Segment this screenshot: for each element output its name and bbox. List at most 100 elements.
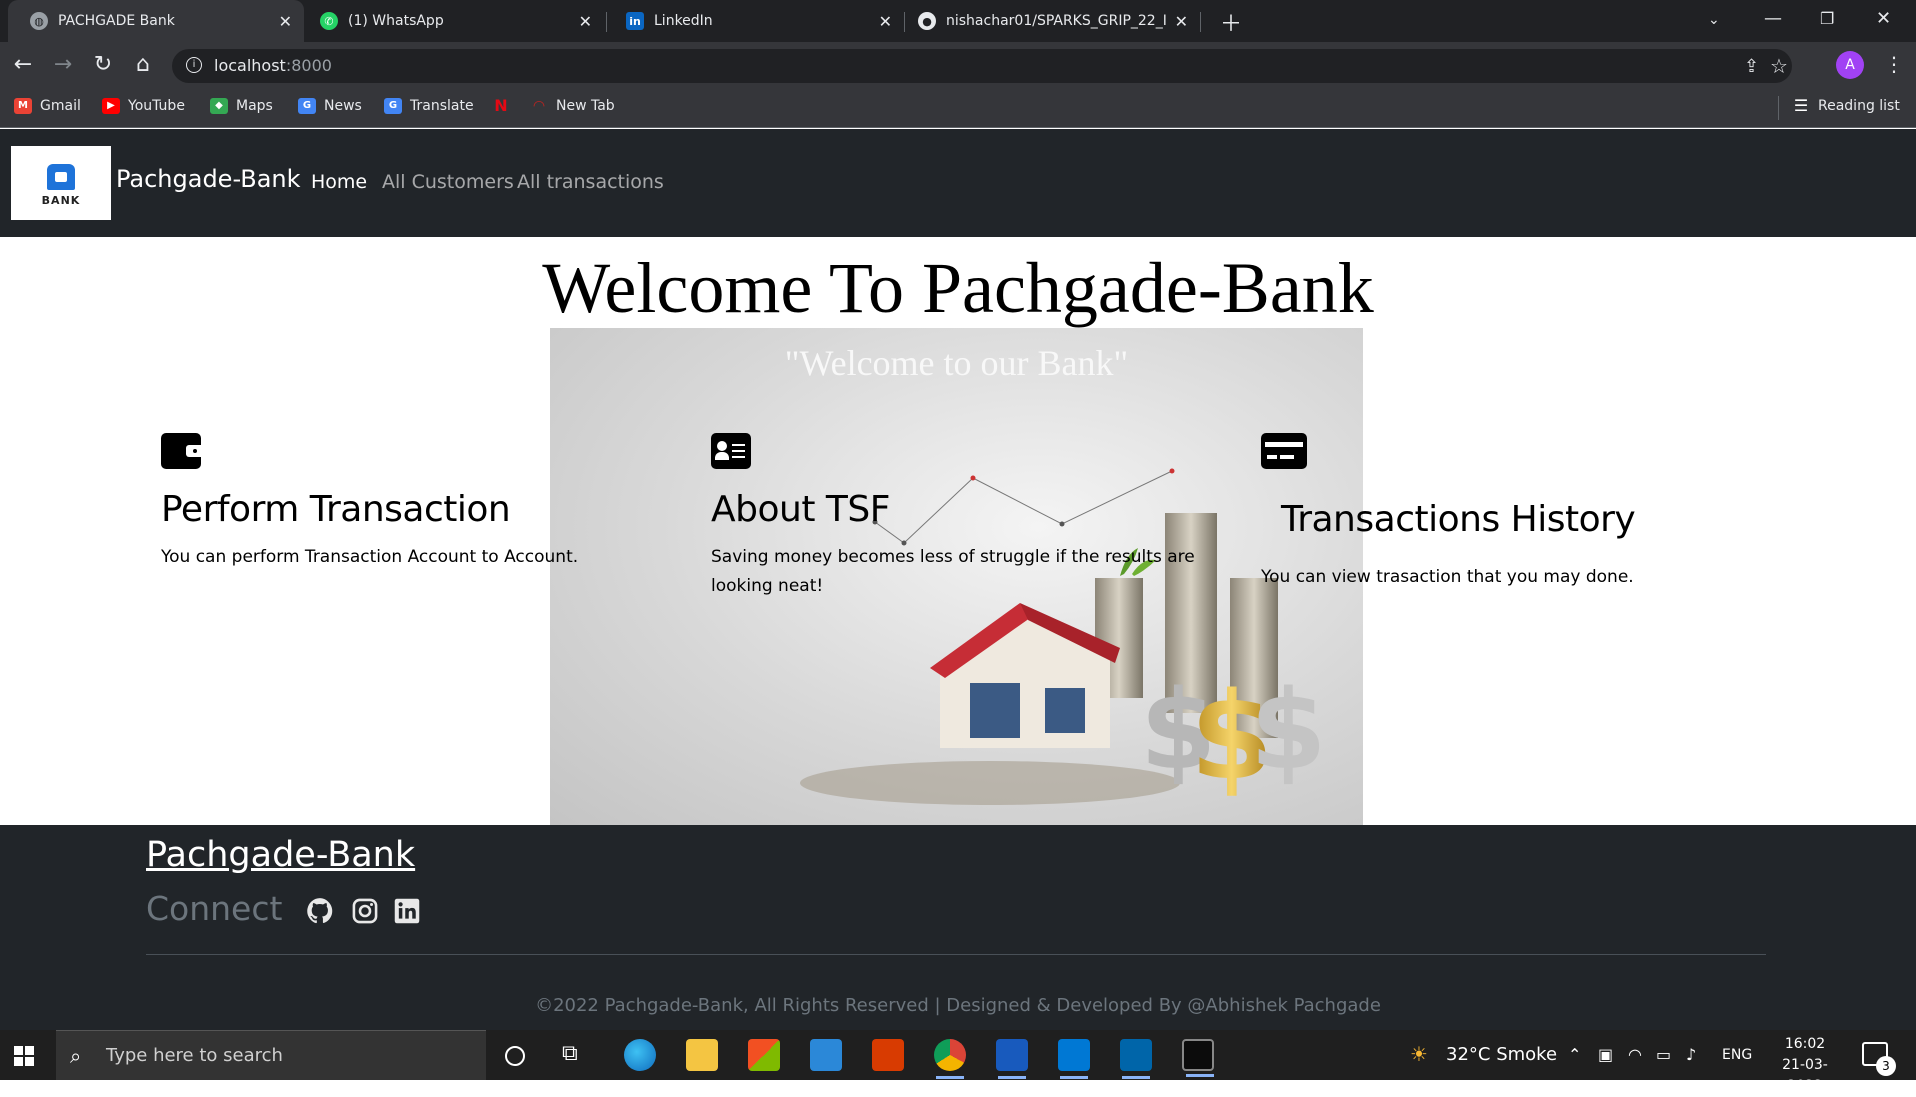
svg-text:$: $ xyxy=(1250,666,1327,794)
feature-transactions-history: Transactions History You can view trasac… xyxy=(1261,433,1661,613)
edge-icon[interactable] xyxy=(624,1039,656,1071)
nav-all-transactions[interactable]: All transactions xyxy=(517,171,664,193)
feature-text: Saving money becomes less of struggle if… xyxy=(711,547,1195,596)
restore-button[interactable]: ❐ xyxy=(1820,9,1834,28)
netflix-icon: N xyxy=(494,96,508,115)
close-icon[interactable]: ✕ xyxy=(1175,12,1188,31)
maps-icon: ◆ xyxy=(210,98,228,114)
feature-perform-transaction: Perform Transaction You can perform Tran… xyxy=(161,433,581,593)
github-icon[interactable] xyxy=(306,897,334,925)
search-icon: ⌕ xyxy=(70,1044,82,1068)
feature-title: About TSF xyxy=(711,489,890,530)
tab-linkedin[interactable]: in LinkedIn ✕ xyxy=(604,0,904,42)
chevron-up-icon[interactable]: ⌃ xyxy=(1568,1045,1581,1064)
reading-list-icon: ☰ xyxy=(1793,96,1809,115)
clock-time: 16:02 xyxy=(1784,1036,1826,1052)
window-close-button[interactable]: ✕ xyxy=(1876,8,1891,29)
bookmark-youtube[interactable]: ▶ YouTube xyxy=(102,98,185,114)
nav-all-customers[interactable]: All Customers xyxy=(382,171,514,193)
bookmark-translate[interactable]: G Translate xyxy=(384,98,474,114)
wallet-icon xyxy=(161,433,202,469)
main-content: Welcome To Pachgade-Bank "Welcome to our… xyxy=(0,237,1916,825)
github-icon: ● xyxy=(918,12,936,30)
taskbar-search[interactable]: ⌕ Type here to search xyxy=(56,1030,486,1080)
back-button[interactable]: ← xyxy=(10,52,36,77)
bookmark-gmail[interactable]: M Gmail xyxy=(14,98,81,114)
chrome-icon[interactable] xyxy=(934,1039,966,1079)
reload-button[interactable]: ↻ xyxy=(90,52,116,77)
windows-taskbar: ⌕ Type here to search ⧉ ☀ 32°C Smoke ⌃ ▣… xyxy=(0,1030,1916,1094)
close-icon[interactable]: ✕ xyxy=(879,12,892,31)
search-placeholder: Type here to search xyxy=(106,1045,283,1066)
browser-tab-strip: ◍ PACHGADE Bank ✕ ✆ (1) WhatsApp ✕ in Li… xyxy=(0,0,1916,42)
language-indicator[interactable]: ENG xyxy=(1722,1047,1752,1063)
media-player-icon[interactable] xyxy=(1058,1039,1090,1079)
share-icon[interactable]: ⇪ xyxy=(1744,56,1759,77)
weather-text[interactable]: 32°C Smoke xyxy=(1446,1044,1557,1065)
clock-date: 21-03-2022 xyxy=(1782,1057,1828,1094)
bookmark-maps[interactable]: ◆ Maps xyxy=(210,98,273,114)
cortana-icon[interactable] xyxy=(505,1046,525,1066)
menu-kebab-icon[interactable]: ⋮ xyxy=(1884,52,1904,76)
linkedin-icon[interactable] xyxy=(393,897,421,925)
url-text[interactable]: localhost:8000 xyxy=(214,56,332,75)
browser-toolbar: ← → ↻ ⌂ i localhost:8000 ⇪ ☆ A ⋮ xyxy=(0,42,1916,88)
meet-now-icon[interactable]: ▣ xyxy=(1598,1045,1613,1064)
translate-icon: G xyxy=(384,98,402,114)
bookmarks-bar: M Gmail ▶ YouTube ◆ Maps G News G Transl… xyxy=(0,88,1916,128)
feature-text: You can perform Transaction Account to A… xyxy=(161,547,579,567)
tab-title: LinkedIn xyxy=(654,13,713,29)
store-icon[interactable] xyxy=(748,1039,780,1071)
vscode-icon[interactable] xyxy=(1120,1039,1152,1079)
windows-start-icon[interactable] xyxy=(14,1046,34,1066)
bookmark-new-tab[interactable]: ◠ New Tab xyxy=(530,98,615,114)
reading-list-button[interactable]: ☰ Reading list xyxy=(1792,96,1900,115)
new-tab-button[interactable]: ＋ xyxy=(1220,6,1242,38)
battery-icon[interactable]: ▭ xyxy=(1656,1045,1671,1064)
footer-divider xyxy=(146,954,1766,955)
task-view-icon[interactable]: ⧉ xyxy=(562,1041,578,1066)
hero-title: Welcome To Pachgade-Bank xyxy=(542,248,1374,328)
tab-search-chevron-icon[interactable]: ⌄ xyxy=(1708,12,1720,28)
close-icon[interactable]: ✕ xyxy=(279,12,292,31)
forward-button[interactable]: → xyxy=(50,52,76,77)
bookmark-netflix[interactable]: N xyxy=(492,98,518,114)
bookmark-divider xyxy=(1778,96,1779,120)
terminal-icon[interactable] xyxy=(1182,1039,1214,1077)
nav-home[interactable]: Home xyxy=(311,171,367,193)
word-icon[interactable] xyxy=(996,1039,1028,1079)
wifi-icon[interactable]: ◠ xyxy=(1628,1045,1642,1064)
tab-github[interactable]: ● nishachar01/SPARKS_GRIP_22_Int ✕ xyxy=(904,0,1200,42)
weather-icon[interactable]: ☀ xyxy=(1410,1042,1428,1066)
volume-icon[interactable]: ♪ xyxy=(1686,1045,1696,1064)
footer-brand[interactable]: Pachgade-Bank xyxy=(146,835,415,875)
instagram-icon[interactable] xyxy=(351,897,379,925)
feature-title: Perform Transaction xyxy=(161,489,511,530)
linkedin-icon: in xyxy=(626,12,644,30)
tab-separator xyxy=(1200,12,1201,32)
minimize-button[interactable]: — xyxy=(1764,8,1782,29)
new-tab-icon: ◠ xyxy=(533,98,545,114)
tab-title: PACHGADE Bank xyxy=(58,13,175,29)
feature-about-tsf: About TSF Saving money becomes less of s… xyxy=(711,433,1211,613)
bookmark-star-icon[interactable]: ☆ xyxy=(1770,54,1788,78)
bookmark-news[interactable]: G News xyxy=(298,98,362,114)
address-bar[interactable]: i localhost:8000 ⇪ ☆ xyxy=(172,49,1792,83)
file-explorer-icon[interactable] xyxy=(686,1039,718,1071)
profile-avatar[interactable]: A xyxy=(1836,51,1864,79)
office-icon[interactable] xyxy=(872,1039,904,1071)
mail-icon[interactable] xyxy=(810,1039,842,1071)
close-icon[interactable]: ✕ xyxy=(579,12,592,31)
id-card-icon xyxy=(711,433,751,469)
bank-logo[interactable]: BANK xyxy=(11,146,111,220)
whatsapp-icon: ✆ xyxy=(320,12,338,30)
credit-card-icon xyxy=(1261,433,1307,469)
site-info-icon[interactable]: i xyxy=(186,57,202,73)
tab-whatsapp[interactable]: ✆ (1) WhatsApp ✕ xyxy=(304,0,604,42)
taskbar-clock[interactable]: 16:02 21-03-2022 xyxy=(1770,1034,1840,1097)
home-button[interactable]: ⌂ xyxy=(130,52,156,77)
navbar-brand[interactable]: Pachgade-Bank xyxy=(116,165,301,193)
tab-pachgade-bank[interactable]: ◍ PACHGADE Bank ✕ xyxy=(8,0,304,42)
bank-icon xyxy=(47,164,75,190)
youtube-icon: ▶ xyxy=(102,98,120,114)
